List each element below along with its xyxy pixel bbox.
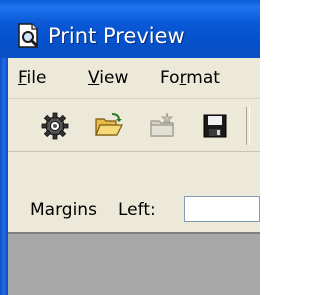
- menu-file-mnemonic: F: [18, 68, 27, 88]
- menu-format-prefix: Fo: [160, 68, 180, 88]
- new-folder-icon[interactable]: [148, 111, 178, 141]
- preview-area[interactable]: [8, 234, 260, 295]
- print-preview-document-icon[interactable]: [16, 22, 42, 50]
- toolbar-separator: [246, 107, 250, 145]
- save-icon[interactable]: [200, 111, 230, 141]
- menu-view-rest: iew: [99, 68, 129, 88]
- window-title: Print Preview: [48, 24, 185, 48]
- margins-label: Margins: [30, 200, 97, 220]
- left-margin-input[interactable]: [184, 196, 260, 222]
- menu-view[interactable]: View: [88, 58, 128, 98]
- left-margin-label: Left:: [118, 200, 156, 220]
- open-folder-icon[interactable]: [94, 111, 124, 141]
- menu-file[interactable]: File: [18, 58, 46, 98]
- menu-file-rest: ile: [26, 68, 47, 88]
- menu-bar: File View Format: [8, 58, 260, 99]
- menu-view-mnemonic: V: [88, 68, 100, 88]
- print-preview-window: Print Preview File View Format Margins L…: [0, 0, 260, 295]
- toolbar: [8, 99, 260, 152]
- menu-format[interactable]: Format: [160, 58, 220, 98]
- preview-divider: [8, 224, 260, 234]
- menu-format-rest: mat: [186, 68, 220, 88]
- page-setup-icon[interactable]: [40, 111, 70, 141]
- margins-bar: Margins Left:: [8, 152, 260, 224]
- title-bar[interactable]: Print Preview: [0, 0, 260, 58]
- window-frame-left: [0, 58, 8, 295]
